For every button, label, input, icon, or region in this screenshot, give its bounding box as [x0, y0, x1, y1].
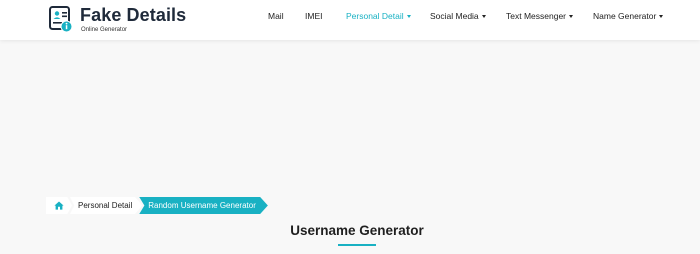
nav-item-label: Social Media — [430, 11, 479, 21]
breadcrumb-personal-detail[interactable]: Personal Detail — [70, 197, 143, 214]
nav-item-personal-detail[interactable]: Personal Detail — [346, 11, 411, 21]
site-header: Fake Details Online Generator Mail IMEI … — [0, 0, 700, 40]
nav-item-label: Mail — [268, 11, 284, 21]
nav-item-label: Name Generator — [593, 11, 657, 21]
caret-down-icon — [569, 15, 573, 18]
breadcrumb: Personal Detail Random Username Generato… — [46, 197, 268, 214]
nav-item-mail[interactable]: Mail — [268, 11, 284, 21]
caret-down-icon — [406, 15, 411, 18]
caret-down-icon — [659, 15, 664, 18]
nav-item-imei[interactable]: IMEI — [305, 11, 322, 21]
caret-down-icon — [481, 15, 486, 18]
nav-item-label: Text Messenger — [506, 11, 566, 21]
home-icon — [54, 197, 64, 214]
breadcrumb-current: Random Username Generator — [139, 197, 268, 214]
page-title: Username Generator — [290, 223, 424, 238]
nav-item-label: Personal Detail — [346, 11, 404, 21]
main-nav: Mail IMEI Personal Detail Social Media T… — [0, 0, 700, 34]
title-underline — [338, 244, 376, 246]
nav-item-label: IMEI — [305, 11, 323, 21]
nav-item-name-generator[interactable]: Name Generator — [593, 11, 664, 21]
breadcrumb-home[interactable] — [46, 197, 72, 214]
nav-item-social-media[interactable]: Social Media — [430, 11, 486, 21]
nav-item-text-messenger[interactable]: Text Messenger — [506, 11, 573, 21]
